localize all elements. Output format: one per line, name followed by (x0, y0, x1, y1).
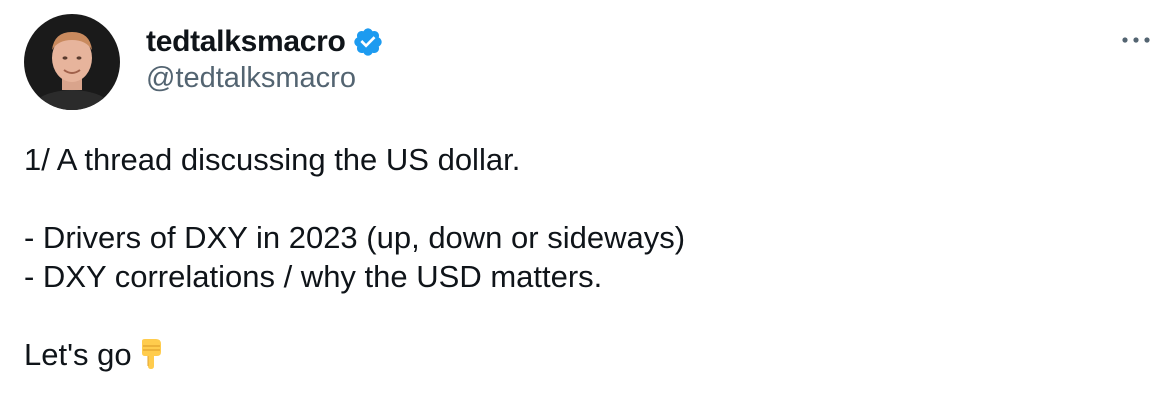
tweet-line-text: Let's go (24, 337, 132, 372)
tweet-line-last: Let's go (24, 335, 1144, 374)
tweet-text: 1/ A thread discussing the US dollar. - … (24, 140, 1144, 374)
avatar[interactable] (24, 14, 120, 110)
more-dots-icon (1122, 37, 1150, 43)
tweet-line (24, 296, 1144, 335)
display-name[interactable]: tedtalksmacro (146, 25, 346, 59)
tweet-line: 1/ A thread discussing the US dollar. (24, 142, 521, 177)
tweet-line (24, 179, 1144, 218)
verified-badge-icon (353, 28, 382, 56)
more-options-button[interactable] (1118, 22, 1154, 58)
tweet-line: - Drivers of DXY in 2023 (up, down or si… (24, 220, 686, 255)
author-row: tedtalksmacro (146, 22, 384, 62)
tweet-card: tedtalksmacro @tedtalksmacro 1/ A thread… (0, 0, 1172, 402)
backhand-index-pointing-down-icon (141, 339, 161, 369)
tweet-line: - DXY correlations / why the USD matters… (24, 259, 603, 294)
author-handle[interactable]: @tedtalksmacro (146, 62, 356, 95)
